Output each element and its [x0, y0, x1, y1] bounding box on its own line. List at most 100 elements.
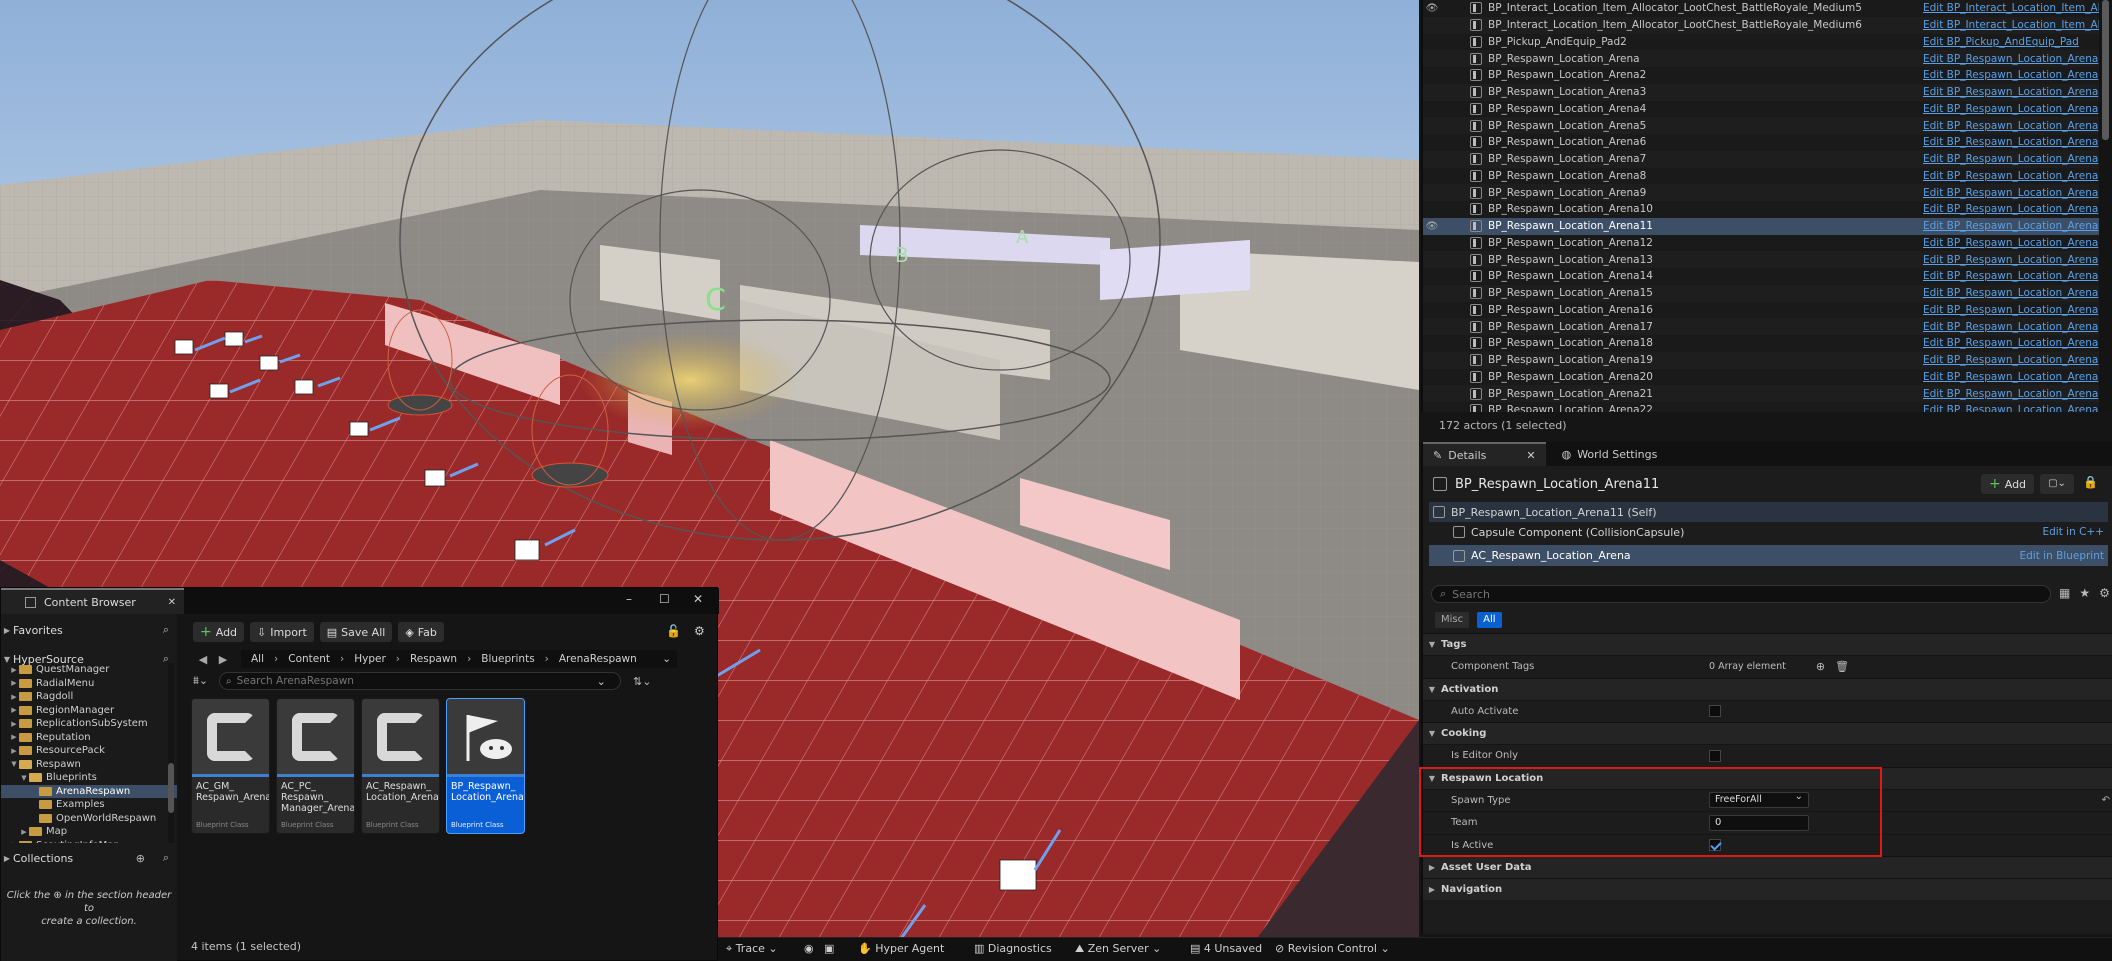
edit-blueprint-link[interactable]: Edit BP_Interact_Location_Item_Allocator…: [1923, 19, 2101, 31]
expand-arrow-icon[interactable]: ▶: [9, 733, 19, 741]
tab-world-settings[interactable]: ◍ World Settings: [1552, 442, 1668, 466]
is-active-checkbox[interactable]: [1709, 839, 1721, 852]
filter-icon[interactable]: ⩩⌄: [193, 674, 219, 688]
folder-tree-item[interactable]: ▶ Reputation: [1, 731, 177, 745]
camera-icon[interactable]: ▣: [824, 942, 834, 955]
component-row[interactable]: BP_Respawn_Location_Arena11 (Self): [1429, 502, 2108, 522]
close-icon[interactable]: ✕: [168, 597, 176, 608]
minimize-icon[interactable]: –: [626, 592, 632, 606]
breadcrumb-item[interactable]: Content: [288, 653, 330, 665]
lock-icon[interactable]: 🔓: [666, 624, 681, 638]
outliner-row[interactable]: 👁 BP_Respawn_Location_Arena11 Edit BP_Resp…: [1423, 217, 2101, 235]
is-editor-only-checkbox[interactable]: [1709, 749, 1721, 762]
edit-blueprint-link[interactable]: Edit BP_Respawn_Location_Arena: [1923, 187, 2101, 199]
outliner-row[interactable]: BP_Respawn_Location_Arena7 Edit BP_Respaw…: [1423, 150, 2101, 168]
breadcrumb-separator-icon[interactable]: ›: [467, 653, 471, 665]
hyper-agent-button[interactable]: ✋ Hyper Agent: [858, 942, 944, 955]
edit-blueprint-link[interactable]: Edit BP_Respawn_Location_Arena: [1923, 237, 2101, 249]
forward-icon[interactable]: ▶: [213, 653, 233, 666]
close-icon[interactable]: ✕: [1526, 449, 1535, 462]
tab-details[interactable]: ✎ Details ✕: [1423, 442, 1546, 466]
folder-tree-item[interactable]: ▶ QuestManager: [1, 663, 177, 677]
team-input[interactable]: 0: [1709, 814, 1809, 831]
edit-blueprint-link[interactable]: Edit BP_Respawn_Location_Arena: [1923, 337, 2101, 349]
folder-tree-item[interactable]: ▼ Blueprints: [1, 771, 177, 785]
expand-arrow-icon[interactable]: ▶: [9, 747, 19, 755]
folder-tree-item[interactable]: ArenaRespawn: [1, 784, 177, 798]
chevron-down-icon[interactable]: ⌄: [662, 653, 671, 665]
category-cooking[interactable]: ▼ Cooking: [1423, 722, 2112, 744]
edit-blueprint-link[interactable]: Edit BP_Respawn_Location_Arena: [1923, 388, 2101, 400]
component-edit-link[interactable]: Edit in C++: [2042, 526, 2104, 538]
outliner-row[interactable]: BP_Respawn_Location_Arena12 Edit BP_Respa…: [1423, 235, 2101, 252]
visibility-eye-icon[interactable]: 👁: [1423, 221, 1441, 232]
outliner-row[interactable]: BP_Respawn_Location_Arena13 Edit BP_Respa…: [1423, 251, 2101, 268]
visibility-eye-icon[interactable]: 👁: [1423, 3, 1441, 14]
add-component-button[interactable]: + Add: [1981, 474, 2035, 494]
tab-content-browser[interactable]: Content Browser ✕: [1, 588, 184, 614]
unsaved-button[interactable]: ▤ 4 Unsaved: [1190, 942, 1262, 955]
outliner-row[interactable]: BP_Respawn_Location_Arena17 Edit BP_Respa…: [1423, 318, 2101, 335]
outliner-row[interactable]: BP_Respawn_Location_Arena15 Edit BP_Respa…: [1423, 284, 2101, 302]
expand-arrow-icon[interactable]: ▶: [9, 720, 19, 728]
sort-icon[interactable]: ⇅⌄: [633, 675, 651, 688]
edit-blueprint-link[interactable]: Edit BP_Respawn_Location_Arena: [1923, 287, 2101, 299]
breadcrumb-separator-icon[interactable]: ›: [545, 653, 549, 665]
folder-tree-item[interactable]: ▶ ReplicationSubSystem: [1, 717, 177, 731]
details-search-input[interactable]: [1452, 587, 1993, 601]
maximize-icon[interactable]: ☐: [659, 592, 670, 606]
category-activation[interactable]: ▼ Activation: [1423, 677, 2112, 700]
asset-tile[interactable]: AC_PC_ Respawn_ Manager_Arena Blueprint C…: [276, 698, 355, 834]
breadcrumb-item[interactable]: ArenaRespawn: [559, 653, 637, 665]
edit-blueprint-link[interactable]: Edit BP_Pickup_AndEquip_Pad: [1923, 36, 2101, 48]
breadcrumb-item[interactable]: All: [251, 653, 264, 665]
collections-header[interactable]: ▶ Collections ⌕ ⊕: [1, 847, 177, 869]
record-icon[interactable]: ◉: [804, 942, 814, 955]
expand-arrow-icon[interactable]: ▶: [9, 679, 19, 687]
outliner-row[interactable]: BP_Respawn_Location_Arena Edit BP_Respawn…: [1423, 50, 2101, 67]
outliner-row[interactable]: 👁 BP_Interact_Location_Item_Allocator_Loo…: [1423, 0, 2101, 17]
reset-icon[interactable]: ↶: [2102, 795, 2110, 806]
breadcrumb-item[interactable]: Respawn: [410, 653, 457, 665]
expand-arrow-icon[interactable]: ▶: [9, 666, 19, 674]
edit-blueprint-link[interactable]: Edit BP_Respawn_Location_Arena: [1923, 103, 2101, 115]
filter-all[interactable]: All: [1477, 612, 1502, 628]
edit-blueprint-link[interactable]: Edit BP_Respawn_Location_Arena: [1923, 153, 2101, 165]
expand-arrow-icon[interactable]: ▼: [19, 774, 29, 782]
component-row[interactable]: AC_Respawn_Location_Arena Edit in Bluepri…: [1429, 545, 2108, 566]
add-element-icon[interactable]: ⊕: [1816, 660, 1825, 673]
edit-blueprint-link[interactable]: Edit BP_Respawn_Location_Arena: [1923, 321, 2101, 333]
edit-blueprint-link[interactable]: Edit BP_Interact_Location_Item_Allocator…: [1923, 2, 2101, 14]
folder-tree-item[interactable]: ▶ Map: [1, 825, 177, 839]
add-collection-icon[interactable]: ⊕: [136, 852, 145, 865]
folder-tree-item[interactable]: ▶ ResourcePack: [1, 744, 177, 758]
edit-blueprint-link[interactable]: Edit BP_Respawn_Location_Arena: [1923, 304, 2101, 316]
back-icon[interactable]: ◀: [193, 653, 213, 666]
breadcrumb-item[interactable]: Hyper: [354, 653, 386, 665]
expand-arrow-icon[interactable]: ▶: [9, 841, 19, 843]
lock-icon[interactable]: 🔒: [2083, 475, 2098, 491]
folder-tree-scroll-thumb[interactable]: [168, 763, 174, 813]
save-all-button[interactable]: ▤ Save All: [319, 622, 393, 642]
outliner-row[interactable]: BP_Respawn_Location_Arena5 Edit BP_Respaw…: [1423, 117, 2101, 134]
asset-tile[interactable]: BP_Respawn_ Location_Arena Blueprint Clas…: [446, 698, 525, 834]
outliner-row[interactable]: BP_Respawn_Location_Arena6 Edit BP_Respaw…: [1423, 134, 2101, 151]
blueprint-combo-button[interactable]: ▢⌄: [2040, 474, 2074, 494]
gear-icon[interactable]: ⚙: [2099, 586, 2110, 600]
expand-arrow-icon[interactable]: ▼: [9, 760, 19, 768]
outliner-scrollbar[interactable]: [2099, 0, 2112, 412]
outliner-row[interactable]: BP_Respawn_Location_Arena10 Edit BP_Respa…: [1423, 201, 2101, 218]
outliner-row[interactable]: BP_Pickup_AndEquip_Pad2 Edit BP_Pickup_An…: [1423, 34, 2101, 51]
outliner-row[interactable]: BP_Respawn_Location_Arena22 Edit BP_Respa…: [1423, 402, 2101, 412]
outliner-row[interactable]: BP_Respawn_Location_Arena8 Edit BP_Respaw…: [1423, 168, 2101, 185]
edit-blueprint-link[interactable]: Edit BP_Respawn_Location_Arena: [1923, 69, 2101, 81]
asset-tile[interactable]: AC_Respawn_ Location_Arena Blueprint Clas…: [361, 698, 440, 834]
outliner-row[interactable]: BP_Respawn_Location_Arena3 Edit BP_Respaw…: [1423, 83, 2101, 101]
edit-blueprint-link[interactable]: Edit BP_Respawn_Location_Arena: [1923, 170, 2101, 182]
diagnostics-button[interactable]: ▥ Diagnostics: [974, 942, 1052, 955]
close-window-icon[interactable]: ✕: [693, 592, 703, 606]
asset-tile[interactable]: AC_GM_ Respawn_Arena Blueprint Class: [191, 698, 270, 834]
edit-blueprint-link[interactable]: Edit BP_Respawn_Location_Arena: [1923, 86, 2101, 98]
outliner-row[interactable]: BP_Respawn_Location_Arena9 Edit BP_Respaw…: [1423, 184, 2101, 201]
outliner-row[interactable]: BP_Respawn_Location_Arena18 Edit BP_Respa…: [1423, 335, 2101, 352]
